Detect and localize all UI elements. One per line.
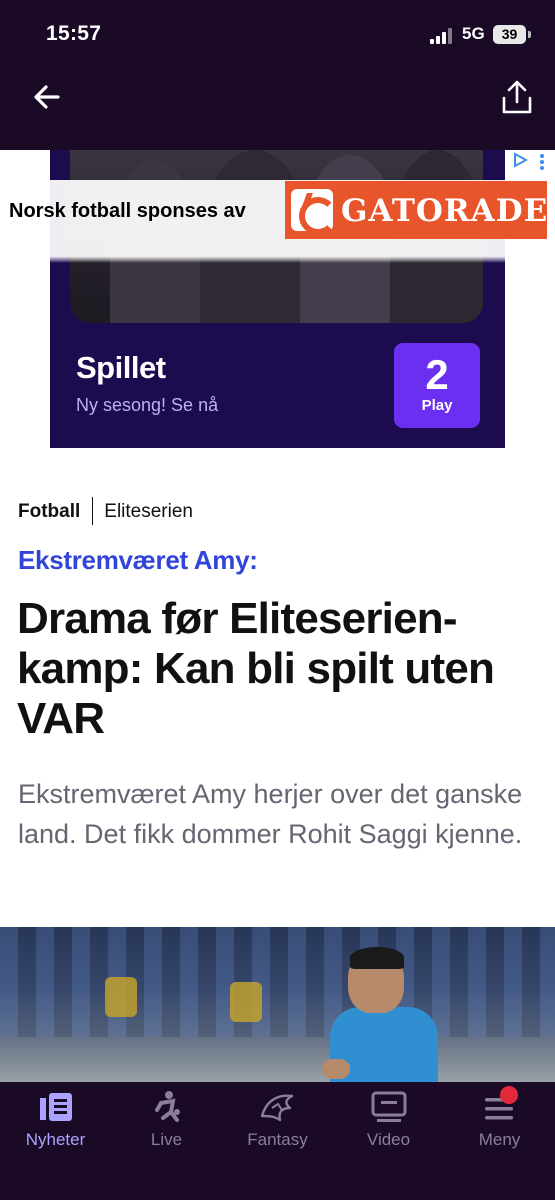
tab-video[interactable]: Video (333, 1082, 444, 1162)
crowd-figure (105, 977, 137, 1017)
ad-show-subtitle: Ny sesong! Se nå (76, 395, 219, 415)
ad-more-icon[interactable] (539, 153, 545, 171)
player-icon (155, 1091, 180, 1122)
article-kicker: Ekstremværet Amy: (18, 545, 258, 575)
article-headline: Drama før Eliteserien-kamp: Kan bli spil… (17, 594, 495, 743)
article-lead: Ekstremværet Amy herjer over det ganske … (18, 779, 523, 849)
share-button[interactable] (499, 78, 535, 116)
channel-number: 2 (425, 351, 449, 398)
gatorade-wordmark: GATORADE (341, 193, 549, 229)
referee-hand (322, 1059, 350, 1079)
channel-action: Play (421, 397, 453, 414)
breadcrumb-section[interactable]: Fotball (18, 501, 80, 522)
battery-icon: 39 (493, 25, 526, 44)
ad-show-title: Spillet (76, 350, 166, 385)
tv2-play-logo[interactable]: 2 Play (394, 343, 480, 428)
tab-label: Meny (478, 1130, 521, 1149)
back-button[interactable] (30, 80, 64, 114)
tab-label: Fantasy (247, 1130, 308, 1149)
stadium-crowd (0, 927, 555, 1037)
battery-tip (528, 31, 531, 38)
tab-live[interactable]: Live (111, 1082, 222, 1162)
news-icon (40, 1093, 72, 1121)
referee-hair (350, 947, 404, 969)
tab-label: Live (150, 1130, 183, 1149)
status-bar: 15:57 5G 39 (0, 0, 555, 70)
video-icon (371, 1091, 407, 1122)
top-bar: 15:57 5G 39 (0, 0, 555, 150)
sponsor-text: Norsk fotball sponses av (9, 200, 246, 222)
signal-icon (430, 28, 454, 44)
article-photo[interactable] (0, 927, 555, 1082)
arrow-left-icon (34, 85, 60, 109)
breadcrumb-divider (92, 497, 94, 525)
gatorade-logo[interactable]: GATORADE (285, 181, 547, 239)
tab-label: Video (366, 1130, 411, 1149)
bottom-tab-bar: Nyheter Live Fantasy Video Meny (0, 1082, 555, 1200)
crowd-figure (230, 982, 262, 1022)
fantasy-icon (260, 1094, 294, 1122)
notification-badge (500, 1086, 518, 1104)
network-type: 5G (462, 24, 485, 43)
status-time: 15:57 (46, 22, 102, 45)
adchoices-icon[interactable] (512, 152, 528, 168)
tab-fantasy[interactable]: Fantasy (222, 1082, 333, 1162)
tab-nyheter[interactable]: Nyheter (0, 1082, 111, 1162)
breadcrumb: Fotball Eliteserien (18, 497, 193, 525)
tab-label: Nyheter (25, 1130, 86, 1149)
breadcrumb-subsection[interactable]: Eliteserien (104, 501, 193, 522)
share-icon (502, 80, 532, 114)
